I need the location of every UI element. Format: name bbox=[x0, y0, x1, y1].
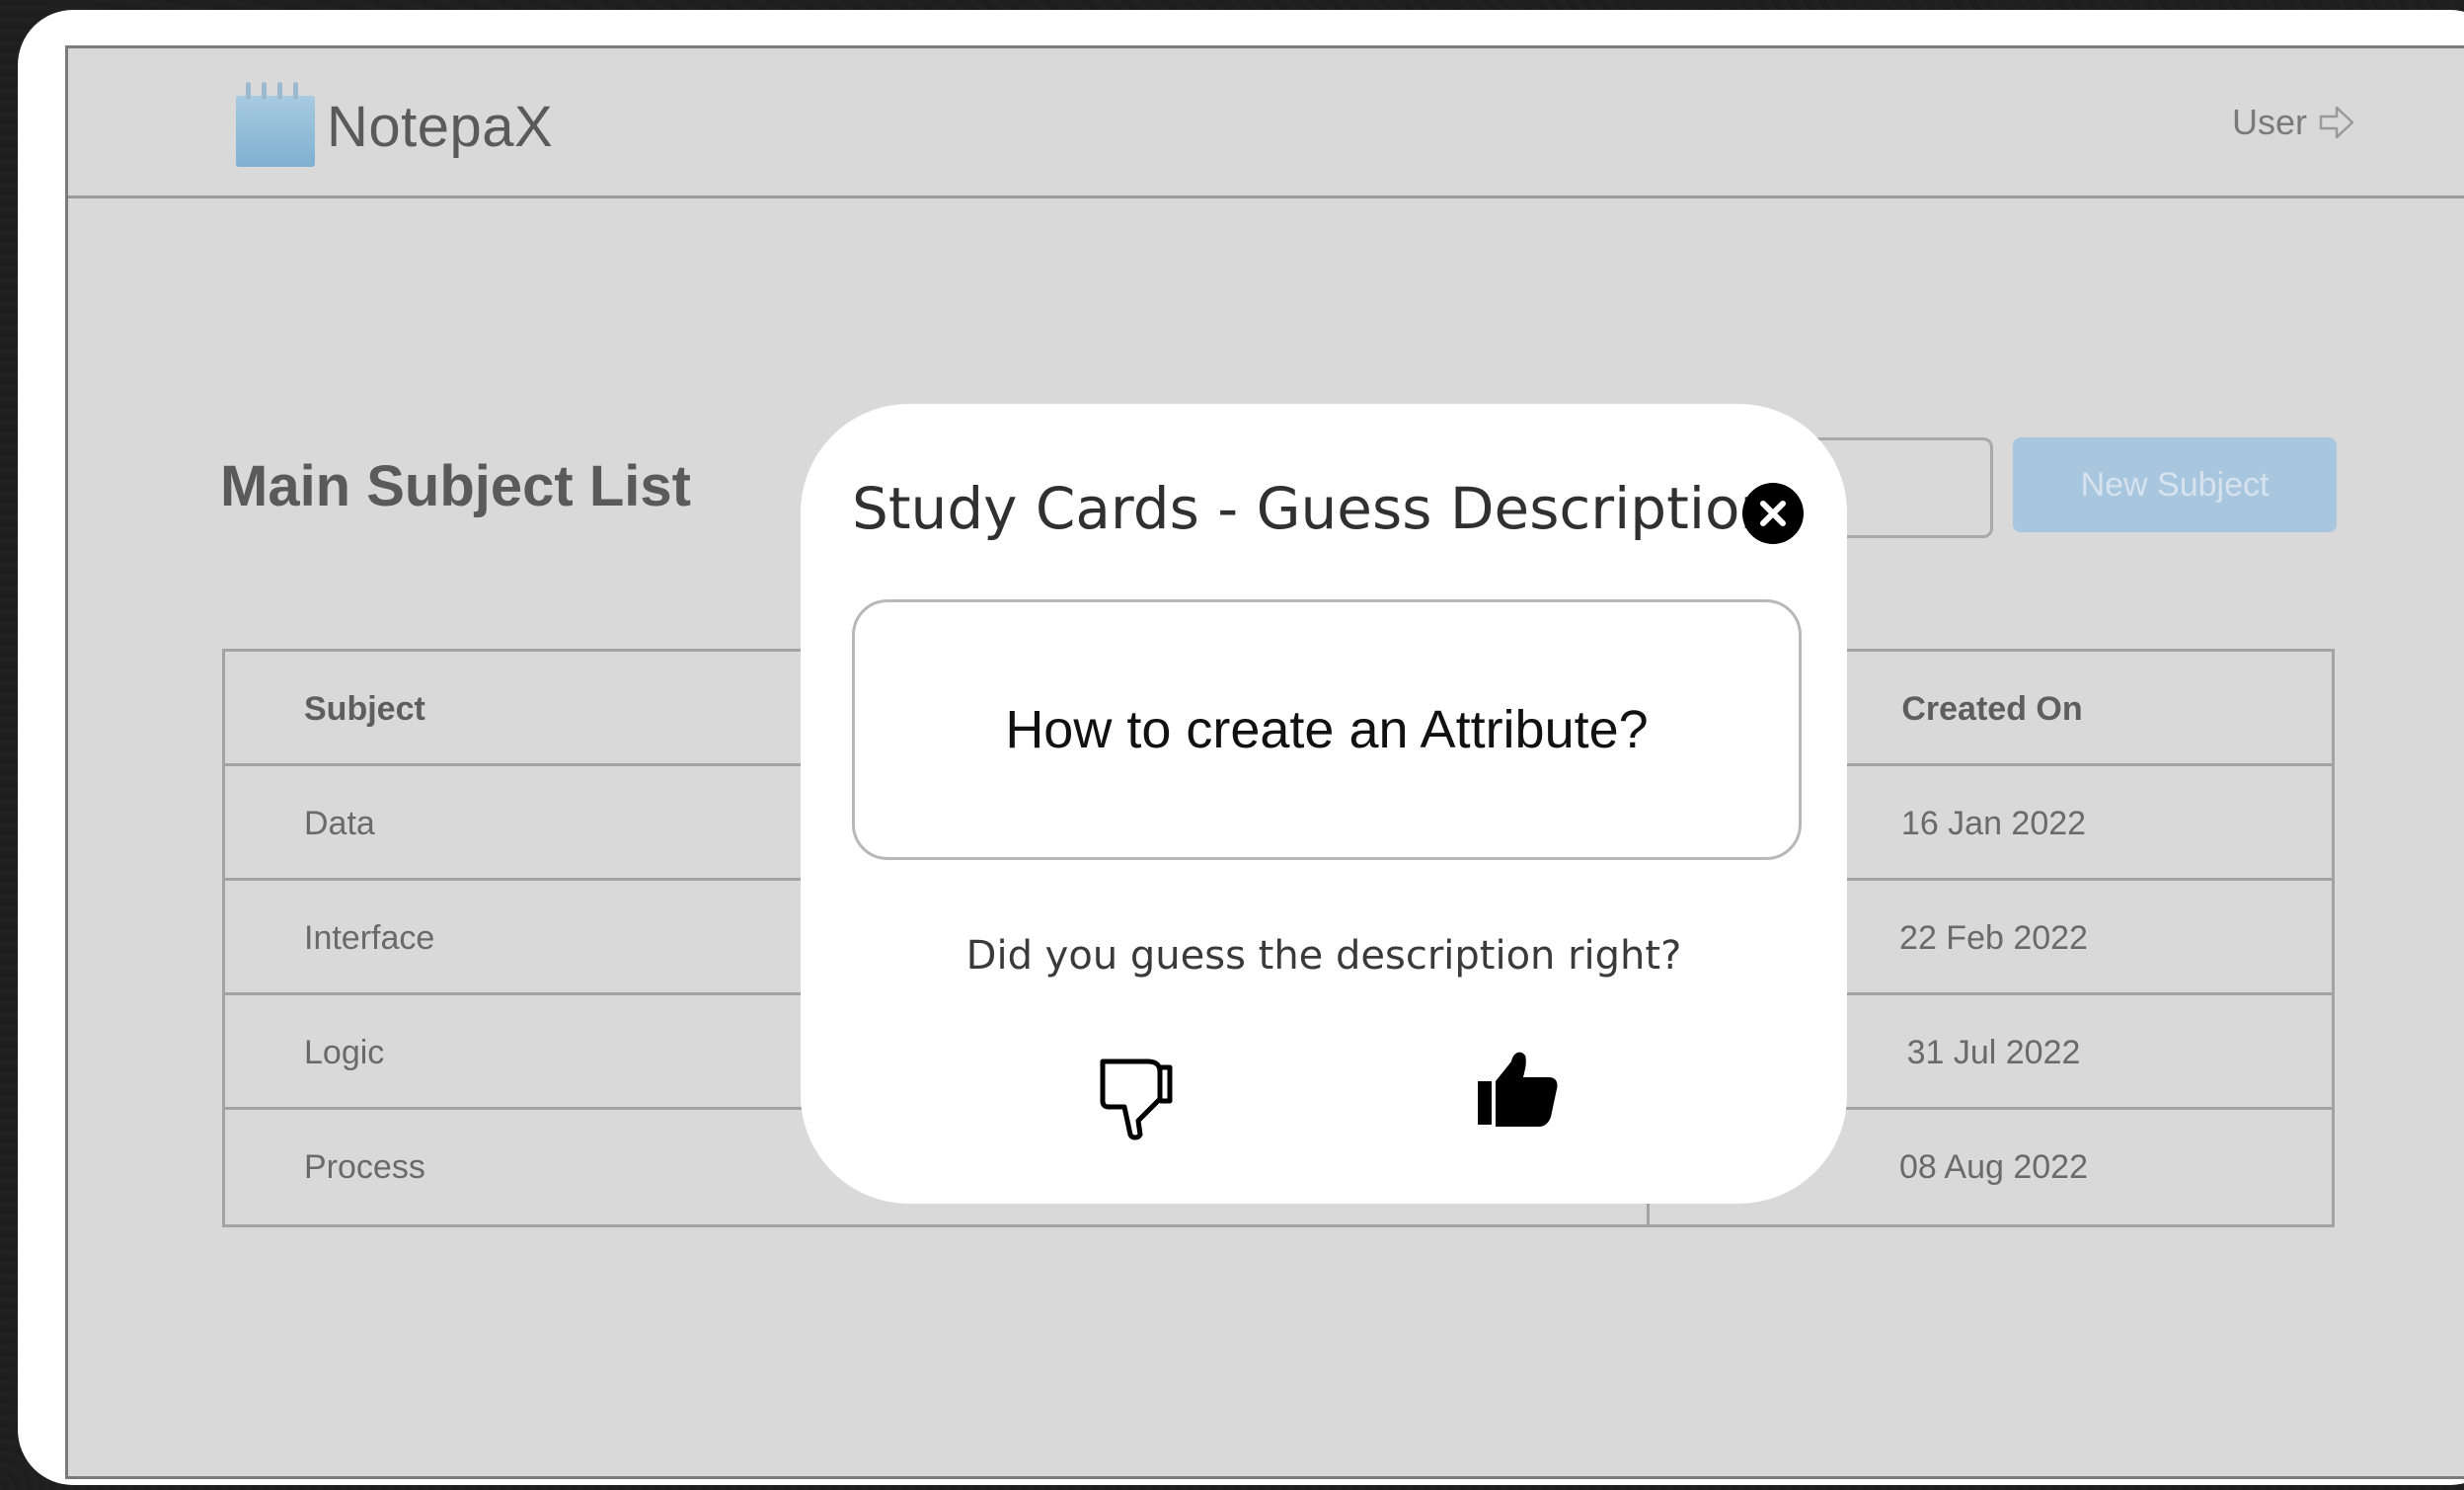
user-menu-link[interactable]: User bbox=[2232, 102, 2356, 143]
app-header: NotepaX User bbox=[68, 48, 2464, 198]
arrow-right-outline-icon bbox=[2319, 106, 2354, 139]
card-question-text: How to create an Attribute? bbox=[1005, 700, 1649, 759]
page-title: Main Subject List bbox=[220, 454, 691, 518]
thumbs-down-outline-icon bbox=[1100, 1059, 1173, 1140]
guess-prompt: Did you guess the description right? bbox=[965, 933, 1682, 979]
notepad-icon bbox=[236, 82, 315, 167]
study-cards-modal: Study Cards - Guess Description How to c… bbox=[801, 404, 1847, 1204]
user-label: User bbox=[2232, 102, 2308, 142]
device-frame: NotepaX User Main Subject List New Subje… bbox=[18, 10, 2464, 1485]
thumbs-down-button[interactable] bbox=[1097, 1056, 1176, 1140]
thumbs-up-filled-icon bbox=[1478, 1052, 1558, 1127]
subject-cell: Process bbox=[304, 1148, 425, 1186]
app-screen: NotepaX User Main Subject List New Subje… bbox=[65, 45, 2464, 1479]
subject-cell: Logic bbox=[304, 1034, 385, 1071]
study-card[interactable]: How to create an Attribute? bbox=[852, 599, 1802, 860]
modal-title: Study Cards - Guess Description bbox=[852, 475, 1777, 542]
close-icon bbox=[1760, 501, 1786, 526]
new-subject-button[interactable]: New Subject bbox=[2013, 437, 2337, 532]
subject-cell: Data bbox=[304, 805, 375, 842]
thumbs-up-button[interactable] bbox=[1476, 1048, 1559, 1129]
subject-cell: Interface bbox=[304, 919, 435, 957]
close-modal-button[interactable] bbox=[1742, 483, 1804, 544]
column-header-subject[interactable]: Subject bbox=[304, 652, 425, 766]
brand-name: NotepaX bbox=[327, 95, 554, 159]
